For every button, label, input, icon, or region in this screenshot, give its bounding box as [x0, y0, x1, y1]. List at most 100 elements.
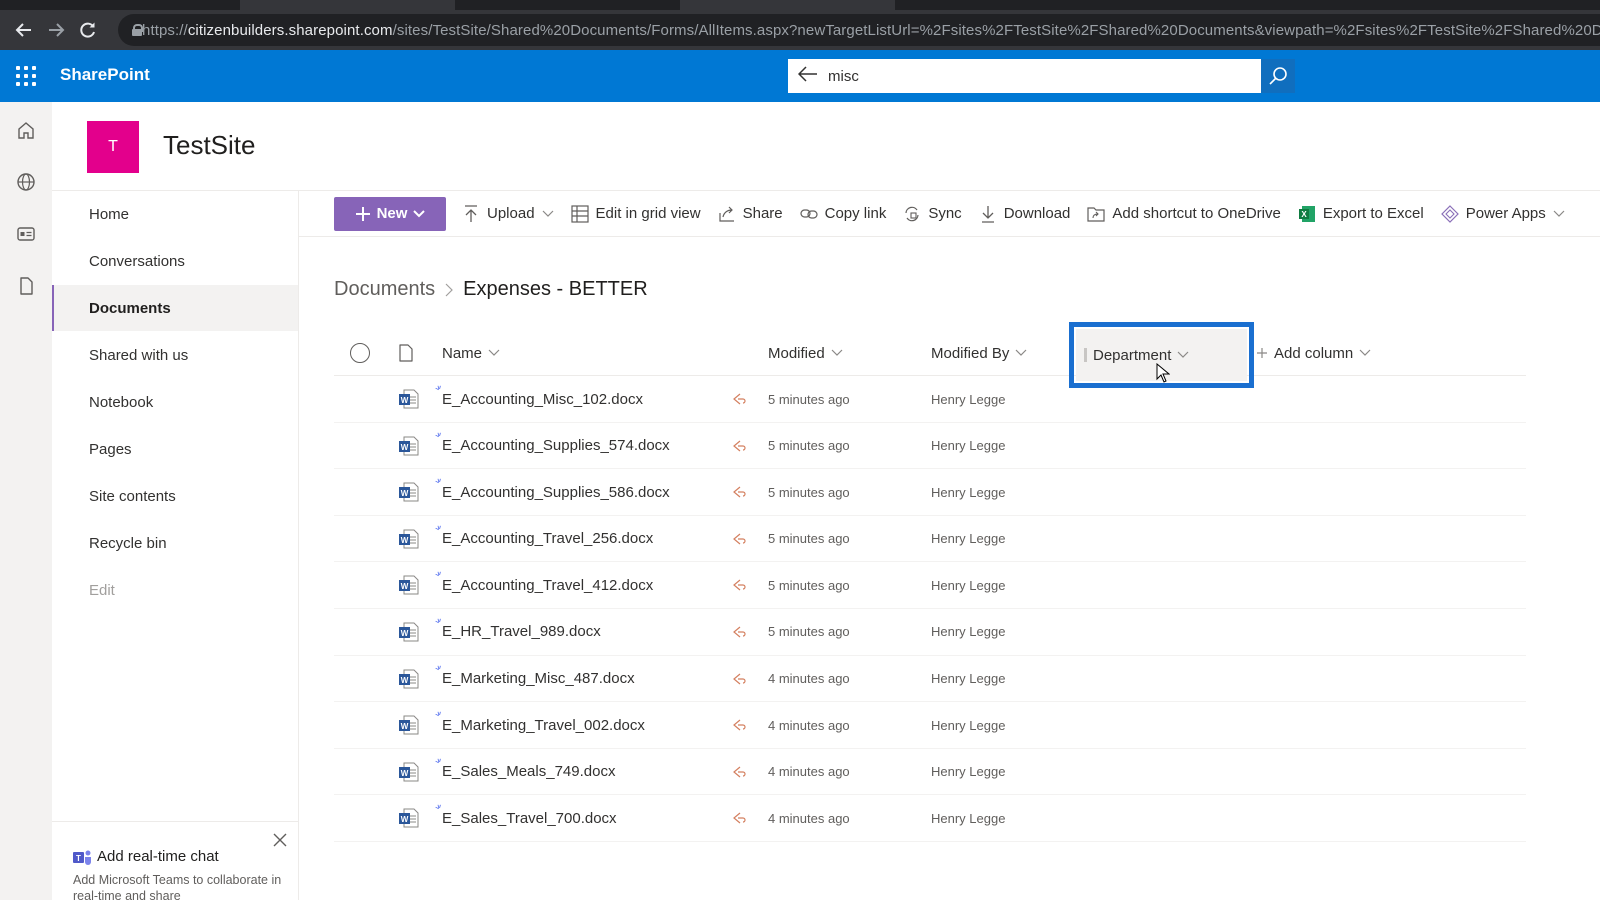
file-type-header[interactable] [398, 330, 414, 376]
nav-item-pages[interactable]: Pages [52, 426, 298, 472]
search-back-button[interactable] [788, 65, 828, 88]
modified-by-user[interactable]: Henry Legge [931, 578, 1005, 593]
modified-by-user[interactable]: Henry Legge [931, 392, 1005, 407]
column-resize-grip[interactable] [1084, 348, 1087, 362]
list-body: W E_Accounting_Misc_102.docx 5 minutes a… [334, 376, 1526, 842]
share-button[interactable]: Share [718, 205, 783, 223]
nav-item-site-contents[interactable]: Site contents [52, 473, 298, 519]
column-header-modified-by[interactable]: Modified By [931, 330, 1027, 376]
modified-time: 5 minutes ago [768, 438, 850, 454]
browser-forward-button[interactable] [40, 14, 72, 46]
share-status-icon[interactable] [732, 656, 746, 702]
sync-button[interactable]: Sync [903, 205, 962, 223]
add-column-button[interactable]: Add column [1256, 330, 1371, 376]
nav-item-conversations[interactable]: Conversations [52, 238, 298, 284]
modified-time: 5 minutes ago [768, 391, 850, 407]
nav-item-home[interactable]: Home [52, 191, 298, 237]
table-row[interactable]: W E_Sales_Meals_749.docx 4 minutes ago H… [334, 749, 1526, 796]
add-shortcut-onedrive-button[interactable]: Add shortcut to OneDrive [1087, 205, 1281, 223]
arrow-left-icon [797, 65, 817, 82]
browser-tab[interactable] [680, 0, 895, 10]
share-status-icon[interactable] [732, 469, 746, 515]
file-name-link[interactable]: E_HR_Travel_989.docx [442, 623, 601, 640]
share-status-icon[interactable] [732, 795, 746, 841]
modified-by-user[interactable]: Henry Legge [931, 531, 1005, 546]
nav-item-notebook[interactable]: Notebook [52, 379, 298, 425]
table-row[interactable]: W E_Accounting_Supplies_574.docx 5 minut… [334, 423, 1526, 470]
breadcrumb-documents[interactable]: Documents [334, 278, 435, 301]
table-row[interactable]: W E_HR_Travel_989.docx 5 minutes ago Hen… [334, 609, 1526, 656]
browser-reload-button[interactable] [72, 14, 104, 46]
copy-link-button[interactable]: Copy link [800, 205, 886, 223]
document-list: Name Modified Modified By Department Add… [334, 322, 1526, 842]
browser-tab[interactable] [240, 0, 455, 10]
share-status-icon[interactable] [732, 516, 746, 562]
table-row[interactable]: W E_Accounting_Misc_102.docx 5 minutes a… [334, 376, 1526, 423]
modified-by-user[interactable]: Henry Legge [931, 485, 1005, 500]
site-title[interactable]: TestSite [163, 130, 256, 161]
address-bar[interactable]: https://citizenbuilders.sharepoint.com/s… [118, 14, 1600, 46]
modified-by-user[interactable]: Henry Legge [931, 624, 1005, 639]
modified-by-user[interactable]: Henry Legge [931, 438, 1005, 453]
file-icon[interactable] [16, 276, 36, 296]
share-status-icon[interactable] [732, 376, 746, 422]
table-row[interactable]: W E_Accounting_Travel_412.docx 5 minutes… [334, 562, 1526, 609]
search-input[interactable] [828, 67, 1261, 85]
home-icon[interactable] [16, 120, 36, 140]
browser-back-button[interactable] [8, 14, 40, 46]
column-modified-by-label: Modified By [931, 344, 1010, 362]
news-icon[interactable] [16, 224, 36, 244]
app-launcher-icon[interactable] [16, 66, 36, 86]
close-icon[interactable] [272, 832, 288, 848]
column-header-name[interactable]: Name [442, 330, 500, 376]
file-name-link[interactable]: E_Sales_Meals_749.docx [442, 763, 615, 780]
globe-icon[interactable] [16, 172, 36, 192]
svg-text:W: W [401, 536, 409, 545]
download-button[interactable]: Download [979, 205, 1070, 223]
file-name-link[interactable]: E_Accounting_Travel_256.docx [442, 530, 653, 547]
table-row[interactable]: W E_Marketing_Travel_002.docx 4 minutes … [334, 702, 1526, 749]
search-button[interactable] [1261, 59, 1295, 93]
file-name-link[interactable]: E_Marketing_Travel_002.docx [442, 717, 645, 734]
upload-button[interactable]: Upload [462, 204, 554, 223]
nav-item-documents[interactable]: Documents [52, 285, 298, 331]
site-logo[interactable]: T [87, 121, 139, 173]
share-status-icon[interactable] [732, 749, 746, 795]
new-button[interactable]: New [334, 196, 446, 231]
chevron-right-icon [445, 283, 454, 296]
power-apps-button[interactable]: Power Apps [1440, 204, 1565, 223]
modified-by-user[interactable]: Henry Legge [931, 764, 1005, 779]
table-row[interactable]: W E_Sales_Travel_700.docx 4 minutes ago … [334, 795, 1526, 842]
edit-grid-view-button[interactable]: Edit in grid view [570, 204, 701, 223]
column-header-modified[interactable]: Modified [768, 330, 843, 376]
select-all-checkbox[interactable] [350, 330, 370, 376]
nav-item-shared-with-us[interactable]: Shared with us [52, 332, 298, 378]
file-name-link[interactable]: E_Sales_Travel_700.docx [442, 810, 617, 827]
share-status-icon[interactable] [732, 562, 746, 608]
share-status-icon[interactable] [732, 423, 746, 469]
column-header-department[interactable]: Department [1076, 329, 1247, 383]
table-row[interactable]: W E_Accounting_Travel_256.docx 5 minutes… [334, 516, 1526, 563]
share-status-icon[interactable] [732, 702, 746, 748]
modified-by-user[interactable]: Henry Legge [931, 718, 1005, 733]
nav-edit-link[interactable]: Edit [52, 567, 298, 613]
file-name-link[interactable]: E_Accounting_Travel_412.docx [442, 577, 653, 594]
file-name-link[interactable]: E_Accounting_Supplies_586.docx [442, 484, 670, 501]
chat-card-description: Add Microsoft Teams to collaborate in re… [73, 873, 282, 903]
column-name-label: Name [442, 344, 483, 362]
nav-item-recycle-bin[interactable]: Recycle bin [52, 520, 298, 566]
share-status-icon[interactable] [732, 609, 746, 655]
table-row[interactable]: W E_Marketing_Misc_487.docx 4 minutes ag… [334, 656, 1526, 703]
file-name-link[interactable]: E_Marketing_Misc_487.docx [442, 670, 635, 687]
modified-by-user[interactable]: Henry Legge [931, 671, 1005, 686]
modified-time: 4 minutes ago [768, 810, 850, 826]
browser-tab-strip [0, 0, 1600, 10]
breadcrumb-current-folder[interactable]: Expenses - BETTER [463, 278, 648, 301]
sharepoint-brand[interactable]: SharePoint [60, 65, 150, 85]
file-name-link[interactable]: E_Accounting_Supplies_574.docx [442, 437, 670, 454]
file-name-link[interactable]: E_Accounting_Misc_102.docx [442, 391, 643, 408]
chevron-down-icon [488, 349, 500, 356]
modified-by-user[interactable]: Henry Legge [931, 811, 1005, 826]
export-to-excel-button[interactable]: X Export to Excel [1298, 205, 1424, 223]
table-row[interactable]: W E_Accounting_Supplies_586.docx 5 minut… [334, 469, 1526, 516]
